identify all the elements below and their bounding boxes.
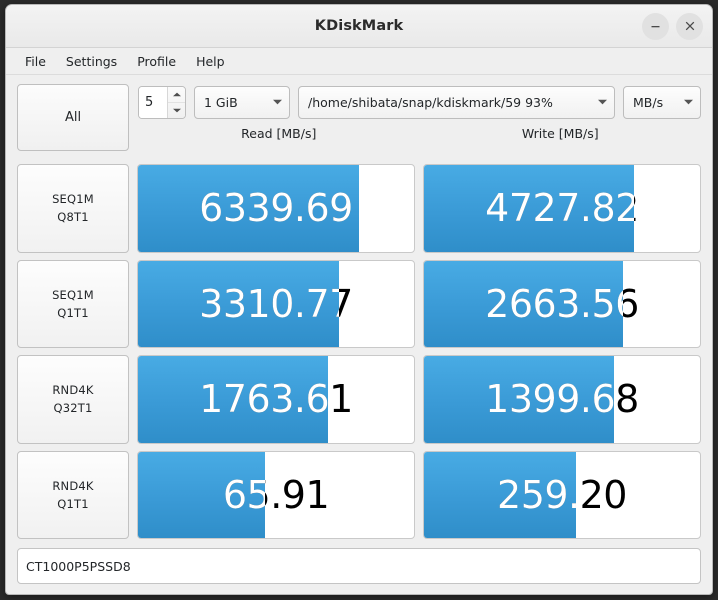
- table-row: SEQ1M Q8T1 6339.69 6339.69 4727.82 4727.…: [17, 164, 701, 253]
- target-path-value: /home/shibata/snap/kdiskmark/59 93%: [308, 94, 553, 110]
- table-row: RND4K Q1T1 65.91 65.91 259.20 259.20: [17, 450, 701, 539]
- test-size-select[interactable]: 1 GiB: [194, 85, 290, 119]
- results-grid: SEQ1M Q8T1 6339.69 6339.69 4727.82 4727.…: [17, 162, 701, 539]
- chevron-down-icon: [598, 99, 607, 105]
- test-name-line1: RND4K: [52, 383, 94, 398]
- test-button-seq1m-q1t1[interactable]: SEQ1M Q1T1: [17, 259, 129, 348]
- write-value-filled: 1399.68: [485, 377, 615, 422]
- menu-item-profile[interactable]: Profile: [127, 52, 186, 71]
- test-size-value: 1 GiB: [204, 94, 238, 110]
- close-icon: [685, 21, 694, 31]
- write-value-filled: 4727.82: [485, 186, 634, 231]
- menu-item-help[interactable]: Help: [186, 52, 235, 71]
- unit-value: MB/s: [633, 94, 664, 110]
- read-result-seq1m-q1t1[interactable]: 3310.77 3310.77: [137, 259, 415, 348]
- test-button-rnd4k-q32t1[interactable]: RND4K Q32T1: [17, 355, 129, 444]
- write-column-header: Write [MB/s]: [521, 125, 599, 141]
- minimize-button[interactable]: [642, 12, 669, 40]
- drive-model-field[interactable]: CT1000P5PSSD8: [17, 548, 701, 584]
- test-name-line2: Q1T1: [57, 305, 89, 320]
- close-button[interactable]: [676, 12, 703, 40]
- read-result-rnd4k-q1t1[interactable]: 65.91 65.91: [137, 450, 415, 539]
- menu-bar: File Settings Profile Help: [6, 48, 712, 75]
- write-result-seq1m-q1t1[interactable]: 2663.56 2663.56: [423, 259, 701, 348]
- test-name-line1: SEQ1M: [52, 287, 94, 302]
- test-name-line1: RND4K: [52, 478, 94, 493]
- test-button-seq1m-q8t1[interactable]: SEQ1M Q8T1: [17, 164, 129, 253]
- window-title: KDiskMark: [314, 18, 404, 34]
- read-result-rnd4k-q32t1[interactable]: 1763.61 1763.61: [137, 355, 415, 444]
- write-result-seq1m-q8t1[interactable]: 4727.82 4727.82: [423, 164, 701, 253]
- toolbar: All 5 1 GiB /home/shibata/snap/kdiskmark…: [17, 84, 701, 162]
- read-result-seq1m-q8t1[interactable]: 6339.69 6339.69: [137, 164, 415, 253]
- write-result-rnd4k-q1t1[interactable]: 259.20 259.20: [423, 450, 701, 539]
- write-value-filled: 2663.56: [485, 281, 623, 326]
- chevron-up-icon: [172, 92, 181, 96]
- loop-count-decrement[interactable]: [168, 103, 185, 118]
- read-value-filled: 6339.69: [199, 186, 353, 231]
- column-headers: Read [MB/s] Write [MB/s]: [138, 120, 701, 146]
- run-all-button[interactable]: All: [17, 84, 129, 151]
- chevron-down-icon: [684, 99, 693, 105]
- chevron-down-icon: [273, 99, 282, 105]
- loop-count-arrows: [167, 86, 185, 118]
- target-path-select[interactable]: /home/shibata/snap/kdiskmark/59 93%: [298, 85, 615, 119]
- menu-item-settings[interactable]: Settings: [56, 52, 127, 71]
- loop-count-stepper[interactable]: 5: [138, 85, 186, 119]
- minimize-icon: [651, 25, 660, 27]
- read-value-filled: 3310.77: [199, 281, 340, 326]
- loop-count-value[interactable]: 5: [139, 86, 167, 118]
- chevron-down-icon: [172, 108, 181, 112]
- main-content: All 5 1 GiB /home/shibata/snap/kdiskmark…: [6, 75, 712, 594]
- read-value-filled: 65.91: [222, 472, 265, 517]
- title-bar: KDiskMark: [6, 5, 712, 48]
- loop-count-increment[interactable]: [168, 87, 185, 103]
- write-value-filled: 259.20: [497, 472, 576, 517]
- test-name-line2: Q8T1: [57, 210, 89, 225]
- toolbar-controls-row: 5 1 GiB /home/shibata/snap/kdiskmark/59 …: [138, 84, 701, 120]
- test-button-rnd4k-q1t1[interactable]: RND4K Q1T1: [17, 450, 129, 539]
- table-row: RND4K Q32T1 1763.61 1763.61 1399.68 1399…: [17, 355, 701, 444]
- table-row: SEQ1M Q1T1 3310.77 3310.77 2663.56 2663.…: [17, 259, 701, 348]
- kdiskmark-window: KDiskMark File Settings Profile Help All: [5, 4, 713, 595]
- test-name-line1: SEQ1M: [52, 192, 94, 207]
- read-column-header: Read [MB/s]: [241, 125, 317, 141]
- window-controls: [642, 5, 703, 47]
- test-name-line2: Q32T1: [53, 401, 93, 416]
- write-result-rnd4k-q32t1[interactable]: 1399.68 1399.68: [423, 355, 701, 444]
- read-value-filled: 1763.61: [199, 377, 329, 422]
- test-name-line2: Q1T1: [57, 496, 89, 511]
- toolbar-controls: 5 1 GiB /home/shibata/snap/kdiskmark/59 …: [138, 84, 701, 146]
- menu-item-file[interactable]: File: [15, 52, 56, 71]
- unit-select[interactable]: MB/s: [623, 85, 701, 119]
